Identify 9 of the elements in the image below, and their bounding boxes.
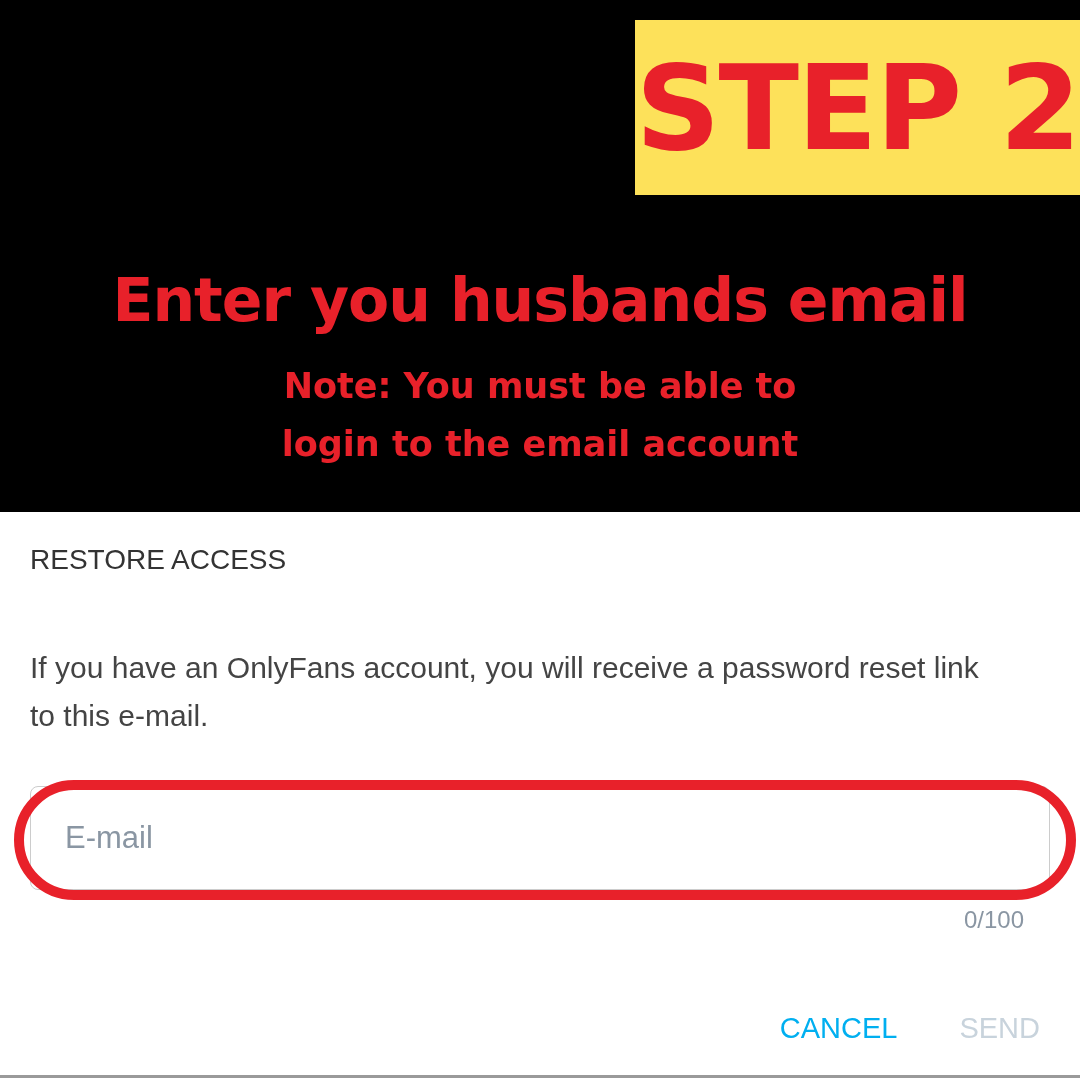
note-line: Note: You must be able to	[282, 365, 798, 408]
email-field[interactable]: E-mail	[30, 786, 1050, 890]
character-counter: 0/100	[963, 906, 1024, 934]
dialog-title: RESTORE ACCESS	[30, 544, 288, 576]
headline: Enter you husbands email	[112, 265, 968, 335]
step-badge: STEP 2	[635, 20, 1080, 195]
cancel-button[interactable]: CANCEL	[773, 1008, 904, 1049]
note-line: login to the email account	[281, 423, 799, 466]
dialog-message: If you have an OnlyFans account, you will receive a password reset link to this e-mail.	[30, 650, 980, 734]
